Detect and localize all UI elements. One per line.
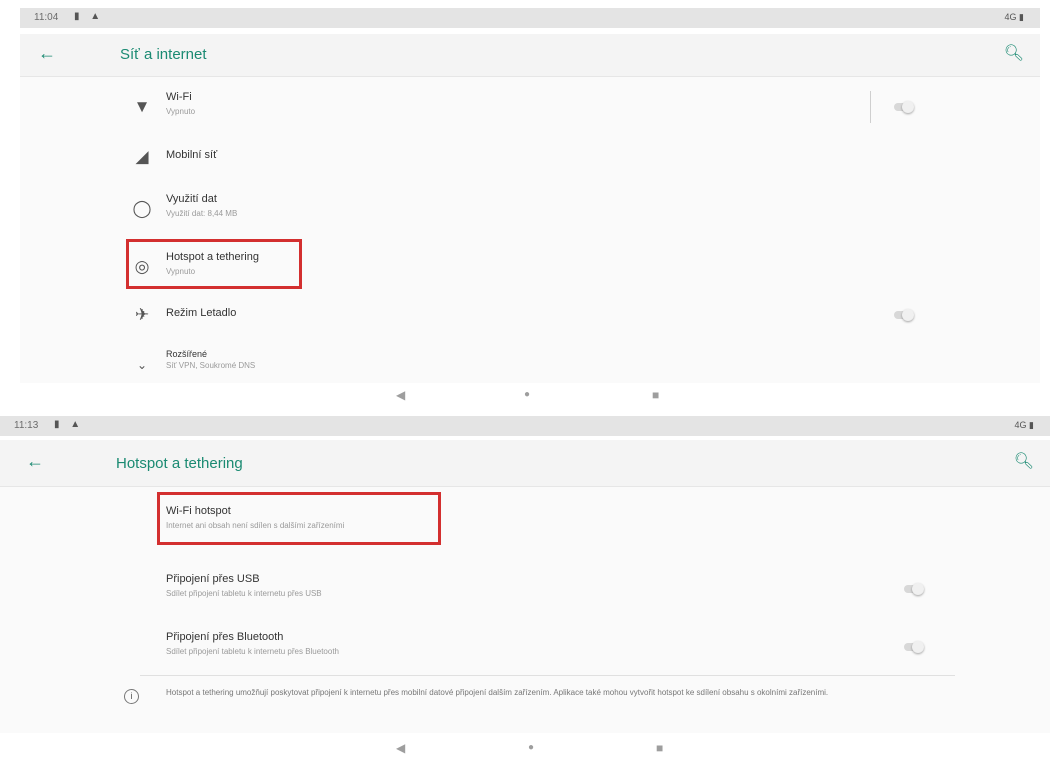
- item-label: Připojení přes Bluetooth: [166, 631, 284, 643]
- page-title: Hotspot a tethering: [116, 455, 243, 472]
- notification-icons: ▮ ▲: [54, 419, 85, 430]
- item-subtitle: Využití dat: 8,44 MB: [166, 209, 238, 218]
- nav-back-icon[interactable]: ◀: [396, 741, 405, 755]
- app-bar: ← Síť a internet 🔍︎: [20, 34, 1040, 77]
- item-label: Wi-Fi: [166, 91, 192, 103]
- item-subtitle: Vypnuto: [166, 107, 196, 116]
- status-time: 11:13: [14, 420, 39, 431]
- item-subtitle: Sdílet připojení tabletu k internetu pře…: [166, 647, 339, 656]
- list-item-wifi[interactable]: ▼ Wi-Fi Vypnuto: [20, 83, 1040, 131]
- cellular-signal-icon: ◢: [135, 147, 149, 166]
- search-icon[interactable]: 🔍︎: [1014, 451, 1034, 471]
- nav-home-icon[interactable]: ●: [524, 389, 530, 400]
- signal-battery-icons: 4G ▮: [1014, 420, 1034, 430]
- item-label: Využití dat: [166, 193, 217, 205]
- info-icon: i: [124, 689, 139, 704]
- item-subtitle: Síť VPN, Soukromé DNS: [166, 361, 256, 370]
- status-bar: 11:04 ▮ ▲ 4G ▮: [20, 8, 1040, 28]
- wifi-toggle[interactable]: [892, 101, 916, 113]
- info-footer: i Hotspot a tethering umožňují poskytova…: [20, 681, 1040, 721]
- screenshot-hotspot-tethering: 11:13 ▮ ▲ 4G ▮ ← Hotspot a tethering 🔍︎ …: [0, 408, 1050, 764]
- airplane-icon: ✈: [134, 305, 150, 324]
- page-title: Síť a internet: [120, 46, 207, 63]
- settings-list: ▼ Wi-Fi Vypnuto ◢ Mobilní síť ◯ Využití …: [20, 77, 1040, 383]
- navigation-bar: ◀ ● ■: [0, 383, 1050, 409]
- back-arrow-icon[interactable]: ←: [38, 43, 56, 64]
- airplane-mode-toggle[interactable]: [892, 309, 916, 321]
- usb-tethering-toggle[interactable]: [902, 583, 926, 595]
- highlight-box: [126, 239, 302, 289]
- divider: [140, 675, 955, 676]
- item-label: Připojení přes USB: [166, 573, 260, 585]
- list-item-bluetooth-tethering[interactable]: Připojení přes Bluetooth Sdílet připojen…: [20, 619, 1040, 675]
- highlight-box: [157, 492, 441, 545]
- screenshot-network-internet: 11:04 ▮ ▲ 4G ▮ ← Síť a internet 🔍︎ ▼ Wi-…: [0, 0, 1050, 409]
- signal-battery-icons: 4G ▮: [1004, 12, 1024, 22]
- data-usage-icon: ◯: [132, 199, 152, 218]
- chevron-down-icon: ⌄: [136, 358, 148, 372]
- list-item-usb-tethering[interactable]: Připojení přes USB Sdílet připojení tabl…: [20, 561, 1040, 617]
- status-time: 11:04: [34, 12, 59, 23]
- wifi-icon: ▼: [133, 97, 151, 116]
- divider: [870, 91, 871, 123]
- list-item-data-usage[interactable]: ◯ Využití dat Využití dat: 8,44 MB: [20, 185, 1040, 233]
- back-arrow-icon[interactable]: ←: [26, 451, 44, 472]
- notification-icons: ▮ ▲: [74, 11, 105, 22]
- item-label: Režim Letadlo: [166, 307, 237, 319]
- app-bar: ← Hotspot a tethering 🔍︎: [0, 440, 1050, 487]
- info-text: Hotspot a tethering umožňují poskytovat …: [166, 688, 829, 697]
- list-item-mobile-network[interactable]: ◢ Mobilní síť: [20, 133, 1040, 181]
- nav-home-icon[interactable]: ●: [528, 742, 534, 753]
- nav-back-icon[interactable]: ◀: [396, 388, 405, 402]
- search-icon[interactable]: 🔍︎: [1004, 43, 1024, 63]
- nav-recents-icon[interactable]: ■: [656, 741, 663, 755]
- nav-recents-icon[interactable]: ■: [652, 388, 659, 402]
- item-label: Rozšířené: [166, 349, 208, 359]
- bluetooth-tethering-toggle[interactable]: [902, 641, 926, 653]
- item-label: Mobilní síť: [166, 149, 218, 161]
- list-item-advanced[interactable]: ⌄ Rozšířené Síť VPN, Soukromé DNS: [20, 341, 1040, 389]
- navigation-bar: ◀ ● ■: [0, 736, 1050, 762]
- item-subtitle: Sdílet připojení tabletu k internetu pře…: [166, 589, 322, 598]
- list-item-airplane-mode[interactable]: ✈ Režim Letadlo: [20, 291, 1040, 339]
- status-bar: 11:13 ▮ ▲ 4G ▮: [0, 416, 1050, 436]
